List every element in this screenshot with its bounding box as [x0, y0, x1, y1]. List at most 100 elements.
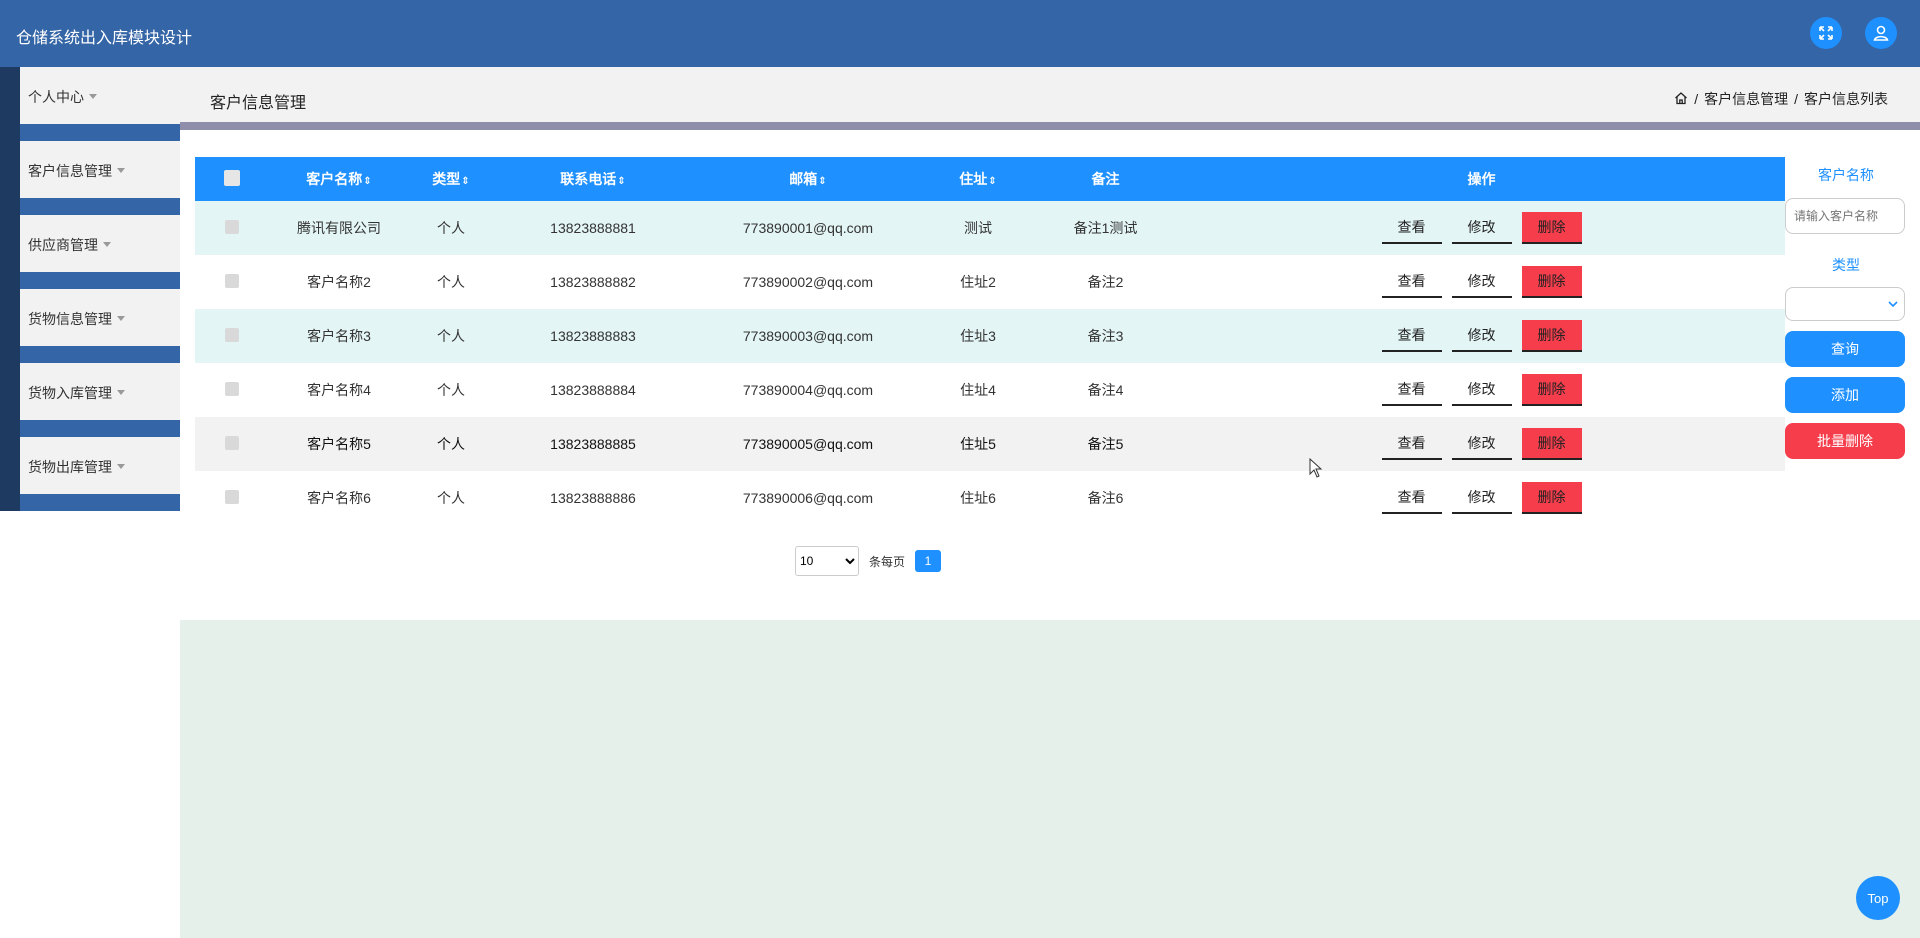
view-button[interactable]: 查看: [1381, 374, 1442, 406]
row-checkbox[interactable]: [225, 273, 239, 288]
sidebar-item-personal-center[interactable]: 个人中心: [0, 67, 180, 141]
view-button[interactable]: 查看: [1381, 482, 1442, 514]
user-icon[interactable]: [1865, 17, 1897, 49]
sort-icon[interactable]: ⇕: [363, 176, 371, 187]
cell-type: 个人: [409, 201, 493, 255]
type-select[interactable]: [1785, 287, 1905, 321]
table-row: 客户名称4 个人 13823888884 773890004@qq.com 住址…: [195, 363, 1785, 417]
edit-button[interactable]: 修改: [1451, 266, 1512, 298]
edit-button[interactable]: 修改: [1451, 320, 1512, 352]
batch-delete-button[interactable]: 批量删除: [1785, 423, 1905, 459]
cell-actions: 查看 修改 删除: [1178, 363, 1785, 417]
row-checkbox[interactable]: [225, 489, 239, 504]
view-button[interactable]: 查看: [1381, 266, 1442, 298]
sidebar-item-stripe: [0, 198, 180, 215]
customer-name-label: 客户名称: [1818, 167, 1874, 183]
sidebar-item-label: 个人中心: [28, 87, 97, 107]
delete-button[interactable]: 删除: [1521, 374, 1582, 406]
delete-button[interactable]: 删除: [1521, 428, 1582, 460]
view-button[interactable]: 查看: [1381, 320, 1442, 352]
row-select-cell: [195, 201, 269, 255]
sidebar-item-edge: [0, 289, 20, 347]
per-page-label: 条每页: [869, 554, 906, 569]
view-button[interactable]: 查看: [1381, 212, 1442, 244]
sort-icon[interactable]: ⇕: [818, 176, 826, 187]
cell-address: 住址2: [923, 255, 1033, 309]
sidebar-item-supplier[interactable]: 供应商管理: [0, 215, 180, 289]
cell-phone: 13823888881: [493, 201, 693, 255]
column-header-phone[interactable]: 联系电话⇕: [493, 157, 693, 201]
sidebar-item-goods-outbound[interactable]: 货物出库管理: [0, 437, 180, 511]
sort-icon[interactable]: ⇕: [461, 176, 469, 187]
row-checkbox[interactable]: [225, 219, 239, 234]
column-header-text: 联系电话: [560, 171, 617, 187]
sidebar-item-label: 货物信息管理: [28, 309, 125, 329]
cell-actions: 查看 修改 删除: [1178, 255, 1785, 309]
column-header-email[interactable]: 邮箱⇕: [693, 157, 923, 201]
delete-button[interactable]: 删除: [1521, 266, 1582, 298]
cell-actions: 查看 修改 删除: [1178, 201, 1785, 255]
sidebar-item-customer-info[interactable]: 客户信息管理: [0, 141, 180, 215]
view-button[interactable]: 查看: [1381, 428, 1442, 460]
sidebar-item-goods-info[interactable]: 货物信息管理: [0, 289, 180, 363]
cell-email: 773890004@qq.com: [693, 363, 923, 417]
page-size-select[interactable]: 10: [795, 546, 859, 576]
cell-actions: 查看 修改 删除: [1178, 309, 1785, 363]
edit-button[interactable]: 修改: [1451, 374, 1512, 406]
fullscreen-icon[interactable]: [1810, 17, 1842, 49]
sidebar-item-text: 货物出库管理: [28, 459, 112, 475]
column-header-address[interactable]: 住址⇕: [923, 157, 1033, 201]
sidebar-item-edge: [0, 215, 20, 273]
row-checkbox[interactable]: [225, 327, 239, 342]
delete-button[interactable]: 删除: [1521, 482, 1582, 514]
chevron-down-icon: [117, 315, 125, 321]
breadcrumb-separator: /: [1694, 91, 1699, 107]
sidebar-item-stripe-edge: [0, 272, 20, 289]
sidebar-item-text: 个人中心: [28, 89, 84, 105]
sort-icon[interactable]: ⇕: [617, 176, 625, 187]
home-icon[interactable]: [1674, 91, 1688, 108]
back-to-top-button[interactable]: Top: [1856, 876, 1900, 920]
sidebar-item-stripe: [0, 124, 180, 141]
column-header-type[interactable]: 类型⇕: [409, 157, 493, 201]
cell-name: 客户名称4: [269, 363, 409, 417]
sidebar-item-goods-inbound[interactable]: 货物入库管理: [0, 363, 180, 437]
cell-type: 个人: [409, 363, 493, 417]
column-header-text: 操作: [1467, 171, 1496, 187]
sort-icon[interactable]: ⇕: [988, 176, 996, 187]
sidebar-item-stripe-edge: [0, 346, 20, 363]
cell-address: 住址5: [923, 417, 1033, 471]
sidebar-item-text: 供应商管理: [28, 237, 98, 253]
row-checkbox[interactable]: [225, 435, 239, 450]
edit-button[interactable]: 修改: [1451, 428, 1512, 460]
delete-button[interactable]: 删除: [1521, 320, 1582, 352]
cell-type: 个人: [409, 309, 493, 363]
breadcrumb-item-level1[interactable]: 客户信息管理: [1704, 89, 1788, 109]
edit-button[interactable]: 修改: [1451, 482, 1512, 514]
page-number-current[interactable]: 1: [915, 550, 942, 572]
row-checkbox[interactable]: [225, 381, 239, 396]
sidebar-item-text: 客户信息管理: [28, 163, 112, 179]
cell-phone: 13823888886: [493, 471, 693, 525]
select-all-cell: [195, 157, 269, 201]
row-actions: 查看 修改 删除: [1178, 266, 1785, 298]
delete-button[interactable]: 删除: [1521, 212, 1582, 244]
table-row: 腾讯有限公司 个人 13823888881 773890001@qq.com 测…: [195, 201, 1785, 255]
column-header-name[interactable]: 客户名称⇕: [269, 157, 409, 201]
cell-actions: 查看 修改 删除: [1178, 471, 1785, 525]
sidebar-item-label: 客户信息管理: [28, 161, 125, 181]
cell-remark: 备注4: [1033, 363, 1178, 417]
cell-address: 住址3: [923, 309, 1033, 363]
sidebar-item-stripe-edge: [0, 494, 20, 511]
chevron-down-icon: [117, 389, 125, 395]
sidebar-item-text: 货物信息管理: [28, 311, 112, 327]
table-header: 客户名称⇕ 类型⇕ 联系电话⇕ 邮箱⇕ 住址⇕ 备注 操作: [195, 157, 1785, 201]
edit-button[interactable]: 修改: [1451, 212, 1512, 244]
column-header-actions: 操作: [1178, 157, 1785, 201]
sidebar-item-edge: [0, 363, 20, 421]
select-all-checkbox[interactable]: [224, 169, 240, 186]
customer-name-input[interactable]: [1785, 198, 1905, 234]
add-button[interactable]: 添加: [1785, 377, 1905, 413]
breadcrumb-item-level2: 客户信息列表: [1804, 91, 1888, 107]
query-button[interactable]: 查询: [1785, 331, 1905, 367]
